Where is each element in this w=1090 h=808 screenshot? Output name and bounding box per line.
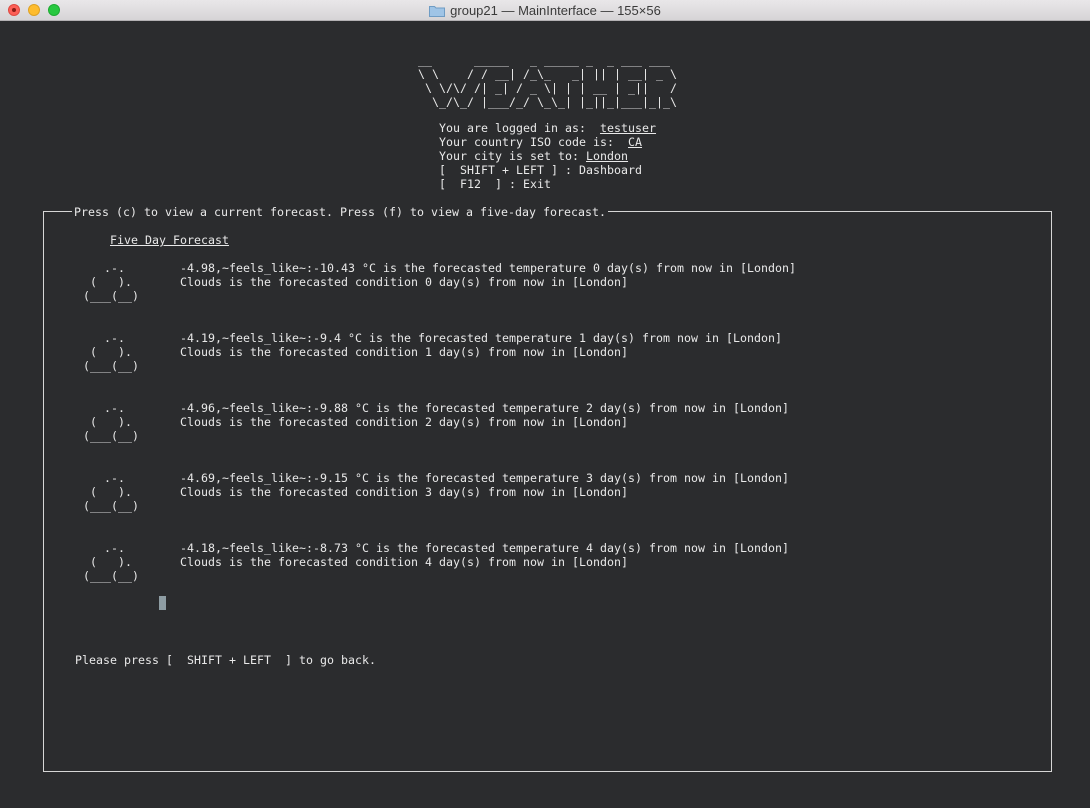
forecast-condition: Clouds is the forecasted condition 0 day… [180, 275, 629, 289]
banner-line: __ _____ _ _____ _ _ ___ ___ [418, 53, 671, 67]
country-label: Your country ISO code is: [439, 135, 629, 149]
country-value: CA [628, 135, 643, 149]
cloud-icon: ( ). [83, 415, 133, 429]
forecast-condition: Clouds is the forecasted condition 4 day… [180, 555, 629, 569]
cloud-icon: .-. [83, 331, 126, 345]
logged-in-label: You are logged in as: [439, 121, 601, 135]
banner-line: \ \ / / __| /_\_ _| || | __| _ \ [418, 67, 678, 81]
dashboard-shortcut[interactable]: [ SHIFT + LEFT ] : Dashboard [439, 163, 642, 177]
cloud-icon: (___(__) [83, 499, 140, 513]
forecast-temperature: -4.98,~feels_like~:-10.43 °C is the fore… [180, 261, 797, 275]
forecast-temperature: -4.69,~feels_like~:-9.15 °C is the forec… [180, 471, 790, 485]
city-line: Your city is set to: London [439, 149, 628, 163]
forecast-panel-title: Press (c) to view a current forecast. Pr… [72, 205, 609, 219]
country-line: Your country ISO code is: CA [439, 135, 642, 149]
cloud-icon: .-. [83, 541, 126, 555]
cloud-icon: .-. [83, 401, 126, 415]
window-title: group21 — MainInterface — 155×56 [450, 3, 661, 18]
window-title-area: group21 — MainInterface — 155×56 [0, 0, 1090, 21]
forecast-temperature: -4.19,~feels_like~:-9.4 °C is the foreca… [180, 331, 783, 345]
city-value: London [586, 149, 629, 163]
five-day-forecast-heading: Five Day Forecast [110, 233, 230, 247]
folder-icon [429, 5, 446, 17]
back-hint: Please press [ SHIFT + LEFT ] to go back… [75, 653, 377, 667]
forecast-condition: Clouds is the forecasted condition 1 day… [180, 345, 629, 359]
cloud-icon: .-. [83, 471, 126, 485]
cloud-icon: ( ). [83, 555, 133, 569]
forecast-temperature: -4.18,~feels_like~:-8.73 °C is the forec… [180, 541, 790, 555]
forecast-temperature: -4.96,~feels_like~:-9.88 °C is the forec… [180, 401, 790, 415]
logged-in-line: You are logged in as: testuser [439, 121, 656, 135]
text-cursor[interactable] [159, 596, 166, 610]
city-label: Your city is set to: [439, 149, 587, 163]
forecast-condition: Clouds is the forecasted condition 3 day… [180, 485, 629, 499]
cloud-icon: ( ). [83, 275, 133, 289]
username-value: testuser [600, 121, 657, 135]
cloud-icon: (___(__) [83, 359, 140, 373]
terminal-content: __ _____ _ _____ _ _ ___ ___ \ \ / / __|… [0, 21, 1090, 808]
banner-line: \_/\_/ |___/_/ \_\_| |_||_|___|_|_\ [418, 95, 678, 109]
banner-line: \ \/\/ /| _| / _ \| | | __ | _|| / [418, 81, 678, 95]
exit-shortcut[interactable]: [ F12 ] : Exit [439, 177, 551, 191]
cloud-icon: ( ). [83, 345, 133, 359]
cloud-icon: (___(__) [83, 289, 140, 303]
cloud-icon: (___(__) [83, 569, 140, 583]
cloud-icon: ( ). [83, 485, 133, 499]
cloud-icon: .-. [83, 261, 126, 275]
window-titlebar: group21 — MainInterface — 155×56 [0, 0, 1090, 21]
forecast-condition: Clouds is the forecasted condition 2 day… [180, 415, 629, 429]
cloud-icon: (___(__) [83, 429, 140, 443]
